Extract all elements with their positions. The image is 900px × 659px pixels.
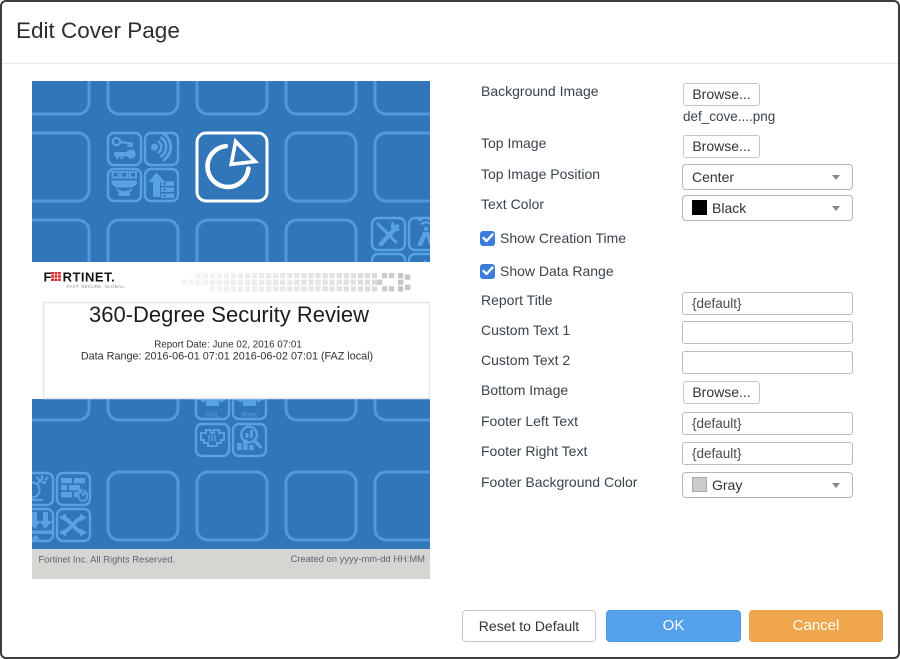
svg-text:360-Degree Security Review: 360-Degree Security Review (89, 302, 369, 327)
svg-text:Data Range: 2016-06-01 07:01 2: Data Range: 2016-06-01 07:01 2016-06-02 … (81, 351, 373, 363)
svg-text:Fortinet Inc. All Rights Reser: Fortinet Inc. All Rights Reserved. (39, 554, 176, 565)
svg-text:SSL: SSL (206, 412, 219, 419)
svg-text:FAST. SECURE. GLOBAL.: FAST. SECURE. GLOBAL. (67, 284, 126, 289)
svg-text:RTINET.: RTINET. (63, 269, 116, 284)
svg-text:IPsec: IPsec (241, 412, 258, 419)
svg-text:F: F (44, 269, 52, 284)
svg-text:Report Date: June 02, 2016 07:: Report Date: June 02, 2016 07:01 (154, 340, 302, 351)
svg-text:Created on yyyy-mm-dd HH:MM: Created on yyyy-mm-dd HH:MM (291, 553, 426, 564)
